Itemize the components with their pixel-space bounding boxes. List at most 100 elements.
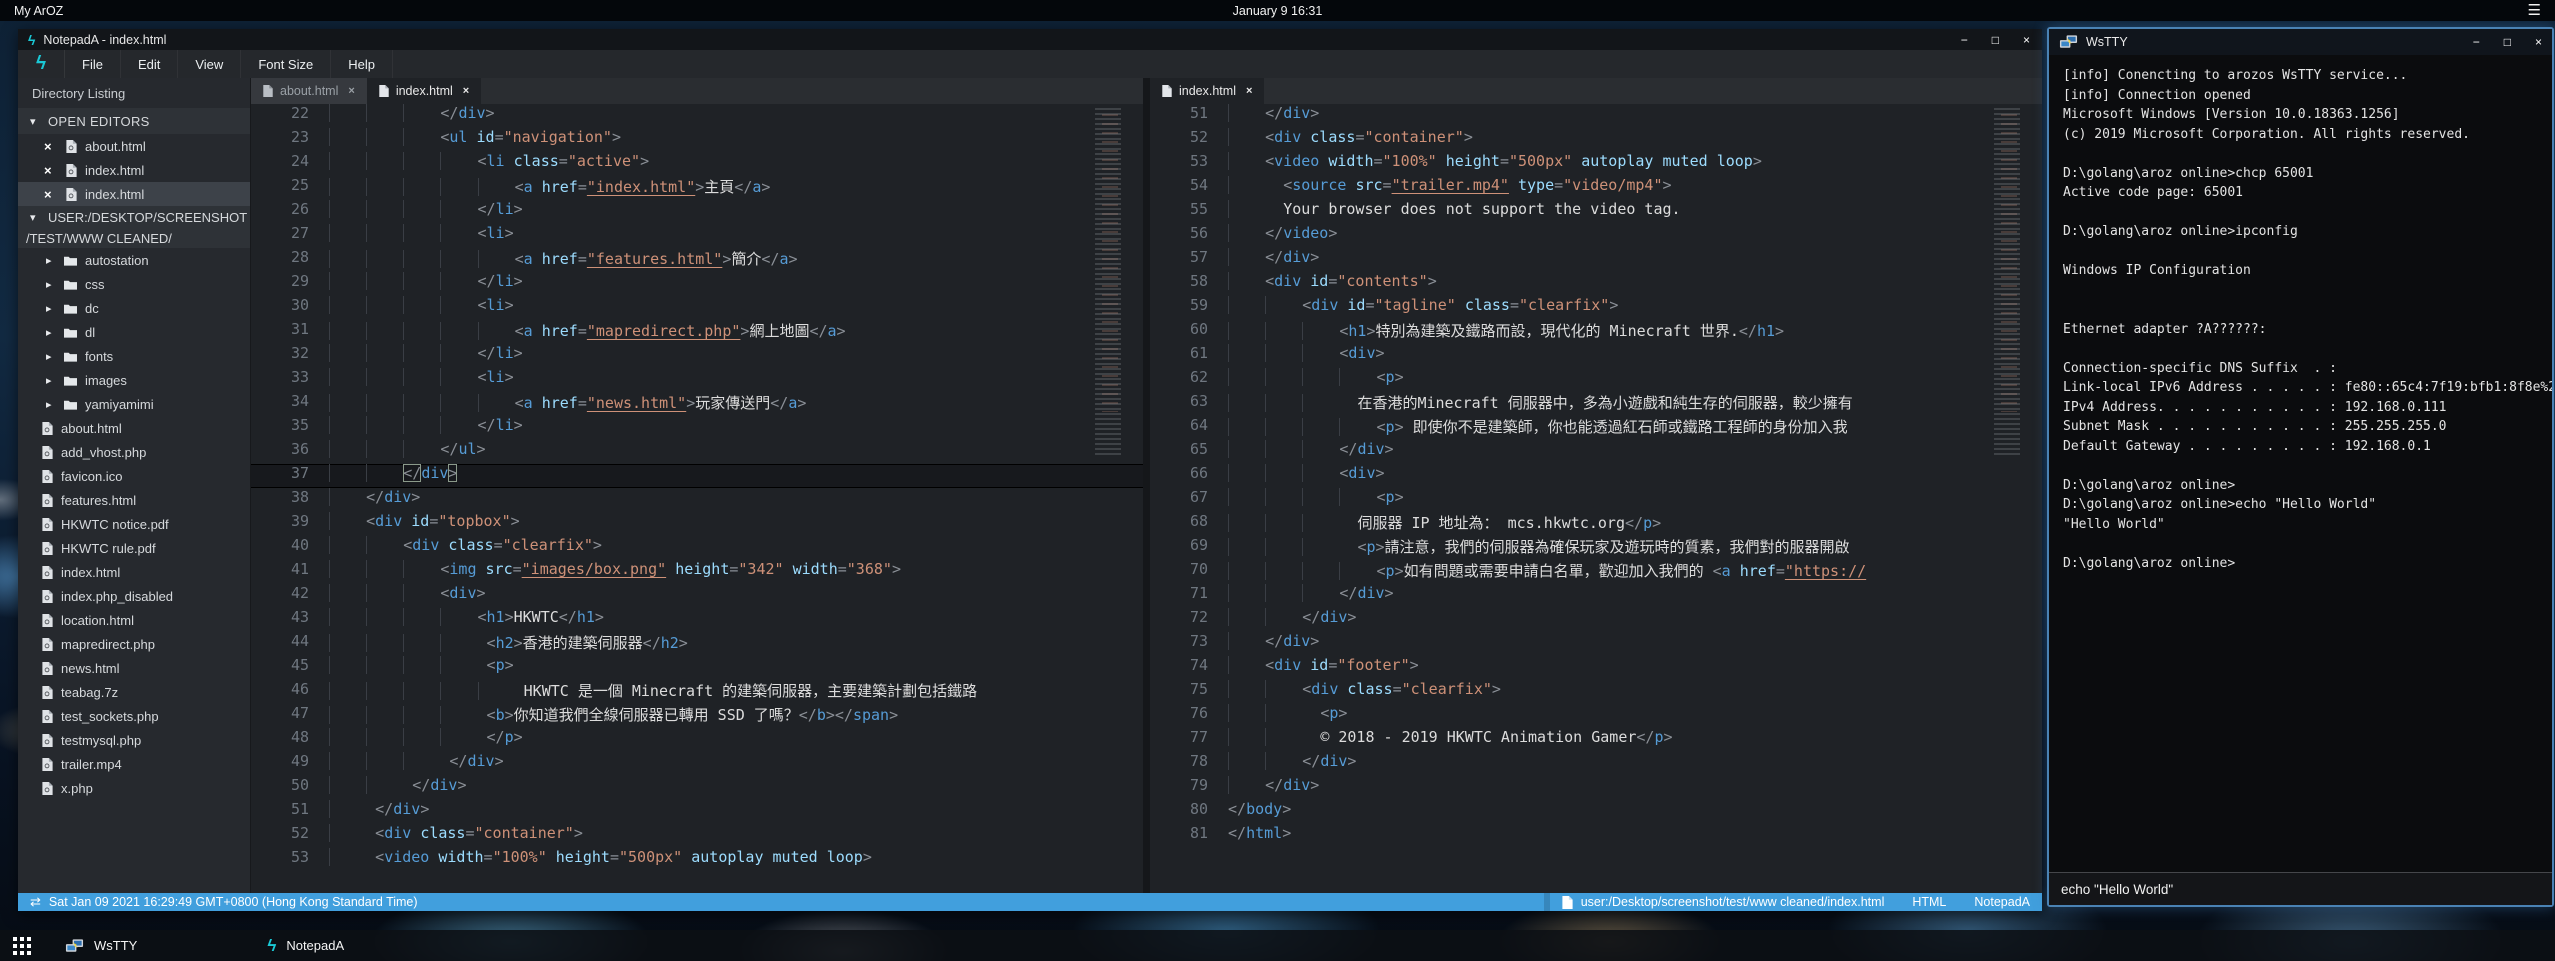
tree-folder-dl[interactable]: ▸dl	[18, 320, 250, 344]
maximize-icon[interactable]: □	[1992, 34, 1999, 46]
tree-folder-autostation[interactable]: ▸autostation	[18, 248, 250, 272]
code-line[interactable]: 44 <h2>香港的建築伺服器</h2>	[251, 632, 1143, 656]
code-line[interactable]: 56 </video>	[1150, 224, 2042, 248]
tree-file-item[interactable]: index.html	[18, 560, 250, 584]
tree-file-item[interactable]: trailer.mp4	[18, 752, 250, 776]
tree-file-item[interactable]: location.html	[18, 608, 250, 632]
system-menu[interactable]: My ArOZ	[14, 4, 63, 18]
tree-file-item[interactable]: features.html	[18, 488, 250, 512]
menu-file[interactable]: File	[65, 50, 121, 78]
close-icon[interactable]: ×	[2535, 36, 2542, 48]
minimap[interactable]	[1095, 108, 1131, 455]
close-icon[interactable]: ×	[348, 85, 354, 97]
code-line[interactable]: 54 <source src="trailer.mp4" type="video…	[1150, 176, 2042, 200]
tree-file-item[interactable]: HKWTC rule.pdf	[18, 536, 250, 560]
tree-folder-dc[interactable]: ▸dc	[18, 296, 250, 320]
code-line[interactable]: 27 <li>	[251, 224, 1143, 248]
code-line[interactable]: 60 <h1>特別為建築及鐵路而設，現代化的 Minecraft 世界.</h1…	[1150, 320, 2042, 344]
code-line[interactable]: 39 <div id="topbox">	[251, 512, 1143, 536]
code-line[interactable]: 23 <ul id="navigation">	[251, 128, 1143, 152]
code-line[interactable]: 78 </div>	[1150, 752, 2042, 776]
code-line[interactable]: 28 <a href="features.html">簡介</a>	[251, 248, 1143, 272]
hamburger-menu-icon[interactable]: ☰	[2528, 3, 2541, 18]
tree-file-item[interactable]: add_vhost.php	[18, 440, 250, 464]
code-line[interactable]: 74 <div id="footer">	[1150, 656, 2042, 680]
open-editor-item[interactable]: ×index.html	[18, 158, 250, 182]
menu-view[interactable]: View	[178, 50, 241, 78]
code-editor[interactable]: 51 </div>52 <div class="container">53 <v…	[1150, 104, 2042, 893]
code-line[interactable]: 65 </div>	[1150, 440, 2042, 464]
taskbar-item-notepada[interactable]: ϟ NotepadA	[267, 936, 344, 956]
close-icon[interactable]: ×	[44, 163, 60, 178]
tree-file-item[interactable]: news.html	[18, 656, 250, 680]
pane-splitter[interactable]	[1143, 78, 1150, 893]
code-line[interactable]: 55 Your browser does not support the vid…	[1150, 200, 2042, 224]
open-editor-item[interactable]: ×about.html	[18, 134, 250, 158]
close-icon[interactable]: ×	[44, 187, 60, 202]
status-file-path[interactable]: user:/Desktop/screenshot/test/www cleane…	[1581, 895, 1885, 909]
tree-folder-yamiyamimi[interactable]: ▸yamiyamimi	[18, 392, 250, 416]
code-line[interactable]: 75 <div class="clearfix">	[1150, 680, 2042, 704]
code-line[interactable]: 50 </div>	[251, 776, 1143, 800]
code-line[interactable]: 68 伺服器 IP 地址為： mcs.hkwtc.org</p>	[1150, 512, 2042, 536]
menu-help[interactable]: Help	[331, 50, 393, 78]
code-line[interactable]: 76 <p>	[1150, 704, 2042, 728]
tree-folder-css[interactable]: ▸css	[18, 272, 250, 296]
status-app-name[interactable]: NotepadA	[1974, 895, 2030, 909]
code-line[interactable]: 24 <li class="active">	[251, 152, 1143, 176]
sidebar-section-root[interactable]: ▾USER:/DESKTOP/SCREENSHOT	[18, 206, 250, 228]
code-line[interactable]: 34 <a href="news.html">玩家傳送門</a>	[251, 392, 1143, 416]
menu-edit[interactable]: Edit	[121, 50, 178, 78]
code-line[interactable]: 63 在香港的Minecraft 伺服器中，多為小遊戲和純生存的伺服器，較少擁有	[1150, 392, 2042, 416]
tree-file-item[interactable]: index.php_disabled	[18, 584, 250, 608]
code-line[interactable]: 67 <p>	[1150, 488, 2042, 512]
terminal-output[interactable]: [info] Conencting to arozos WsTTY servic…	[2049, 55, 2552, 872]
code-line[interactable]: 73 </div>	[1150, 632, 2042, 656]
menu-font-size[interactable]: Font Size	[241, 50, 331, 78]
code-line[interactable]: 43 <h1>HKWTC</h1>	[251, 608, 1143, 632]
code-line[interactable]: 31 <a href="mapredirect.php">網上地圖</a>	[251, 320, 1143, 344]
taskbar-item-wstty[interactable]: WsTTY	[65, 938, 137, 954]
code-line[interactable]: 42 <div>	[251, 584, 1143, 608]
tab-index-html[interactable]: index.html ×	[1150, 78, 1264, 104]
code-line[interactable]: 45 <p>	[251, 656, 1143, 680]
notepada-titlebar[interactable]: ϟ NotepadA - index.html − □ ×	[18, 29, 2042, 50]
swap-arrows-icon[interactable]: ⇄	[30, 894, 41, 910]
code-line[interactable]: 49 </div>	[251, 752, 1143, 776]
tree-file-item[interactable]: mapredirect.php	[18, 632, 250, 656]
code-line[interactable]: 38 </div>	[251, 488, 1143, 512]
start-menu-icon[interactable]	[13, 937, 31, 955]
code-line[interactable]: 66 <div>	[1150, 464, 2042, 488]
close-icon[interactable]: ×	[1246, 85, 1252, 97]
tree-folder-images[interactable]: ▸images	[18, 368, 250, 392]
code-line[interactable]: 35 </li>	[251, 416, 1143, 440]
code-line[interactable]: 64 <p> 即使你不是建築師，你也能透過紅石師或鐵路工程師的身份加入我	[1150, 416, 2042, 440]
code-editor[interactable]: 22 </div>23 <ul id="navigation">24 <li c…	[251, 104, 1143, 893]
tree-file-item[interactable]: x.php	[18, 776, 250, 800]
code-line[interactable]: 51 </div>	[251, 800, 1143, 824]
code-line[interactable]: 62 <p>	[1150, 368, 2042, 392]
code-line[interactable]: 37 </div>	[251, 464, 1143, 488]
code-line[interactable]: 61 <div>	[1150, 344, 2042, 368]
code-line[interactable]: 47 <b>你知道我們全線伺服器已轉用 SSD 了嗎？</b></span>	[251, 704, 1143, 728]
code-line[interactable]: 52 <div class="container">	[1150, 128, 2042, 152]
code-line[interactable]: 57 </div>	[1150, 248, 2042, 272]
code-line[interactable]: 77 © 2018 - 2019 HKWTC Animation Gamer</…	[1150, 728, 2042, 752]
code-line[interactable]: 59 <div id="tagline" class="clearfix">	[1150, 296, 2042, 320]
tab-about-html[interactable]: about.html ×	[251, 78, 367, 104]
code-line[interactable]: 80</body>	[1150, 800, 2042, 824]
maximize-icon[interactable]: □	[2504, 36, 2511, 48]
code-line[interactable]: 41 <img src="images/box.png" height="342…	[251, 560, 1143, 584]
code-line[interactable]: 79 </div>	[1150, 776, 2042, 800]
tree-file-item[interactable]: test_sockets.php	[18, 704, 250, 728]
code-line[interactable]: 22 </div>	[251, 104, 1143, 128]
close-icon[interactable]: ×	[44, 139, 60, 154]
code-line[interactable]: 33 <li>	[251, 368, 1143, 392]
code-line[interactable]: 53 <video width="100%" height="500px" au…	[1150, 152, 2042, 176]
minimap[interactable]	[1994, 108, 2030, 455]
minimize-icon[interactable]: −	[2473, 36, 2480, 48]
code-line[interactable]: 25 <a href="index.html">主頁</a>	[251, 176, 1143, 200]
tree-file-item[interactable]: about.html	[18, 416, 250, 440]
tree-folder-fonts[interactable]: ▸fonts	[18, 344, 250, 368]
terminal-input[interactable]: echo "Hello World"	[2049, 872, 2552, 905]
